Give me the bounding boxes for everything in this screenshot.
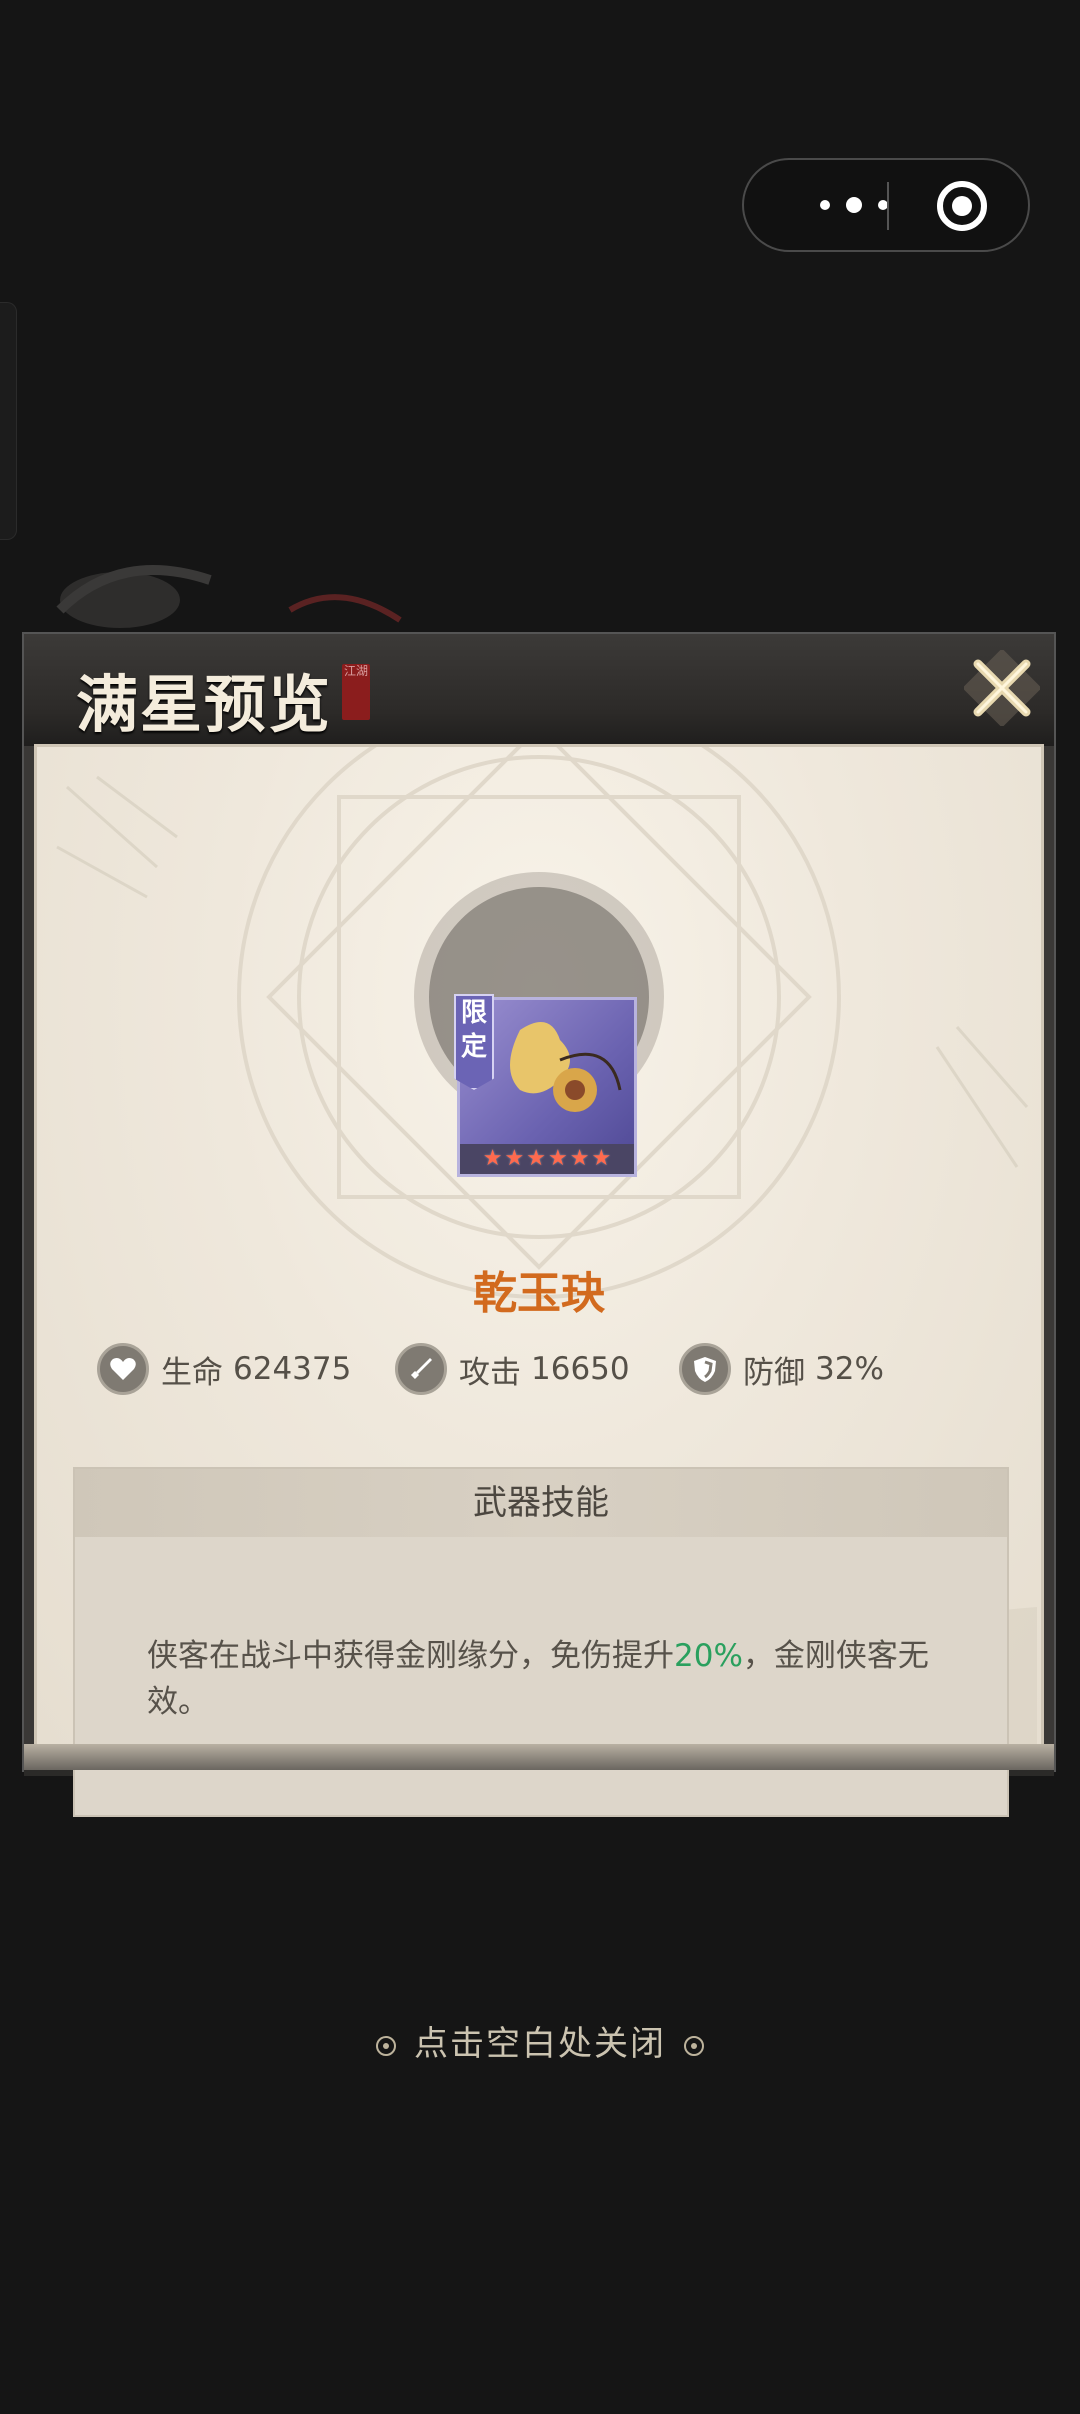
item-name: 乾玉玦 <box>473 1268 605 1319</box>
seal-stamp: 江湖 <box>342 664 370 720</box>
stat-hp: 生命 624375 <box>97 1341 351 1397</box>
skill-highlight: 20% <box>674 1638 743 1674</box>
stat-defense: 防御 32% <box>679 1341 884 1397</box>
heart-icon <box>97 1343 149 1395</box>
stat-label: 攻击 <box>459 1354 521 1391</box>
star-icon: ★ <box>504 1146 525 1171</box>
bullet-icon <box>684 2036 704 2056</box>
stat-value: 16650 <box>531 1351 630 1387</box>
panel-header: 满星预览 江湖 <box>24 634 1054 746</box>
panel-body: 限定 ★ ★ ★ ★ ★ ★ 乾玉玦 生命 624375 攻击 16650 防御… <box>34 744 1044 1817</box>
stat-attack: 攻击 16650 <box>395 1341 630 1397</box>
panel-title: 满星预览 <box>76 668 333 741</box>
stat-value: 32% <box>815 1351 884 1387</box>
skill-heading: 武器技能 <box>75 1469 1007 1537</box>
sword-icon <box>395 1343 447 1395</box>
stat-label: 防御 <box>743 1354 805 1391</box>
full-star-preview-panel: 满星预览 江湖 限定 ★ ★ ★ ★ ★ ★ 乾玉玦 生命 624375 攻击 … <box>24 634 1054 1817</box>
star-icon: ★ <box>569 1146 590 1171</box>
star-icon: ★ <box>482 1146 503 1171</box>
more-dots-icon[interactable] <box>784 160 924 250</box>
panel-bottom-edge <box>24 1744 1054 1770</box>
close-x-icon[interactable] <box>964 650 1040 726</box>
target-circle-icon[interactable] <box>934 178 990 234</box>
star-rating: ★ ★ ★ ★ ★ ★ <box>460 1144 634 1174</box>
star-icon: ★ <box>548 1146 568 1171</box>
tap-blank-to-close[interactable]: 点击空白处关闭 <box>0 2016 1080 2065</box>
shield-icon <box>679 1343 731 1395</box>
side-drawer-tab[interactable] <box>0 302 17 540</box>
item-icon[interactable]: 限定 ★ ★ ★ ★ ★ ★ <box>454 994 637 1177</box>
bullet-icon <box>376 2036 396 2056</box>
star-icon: ★ <box>526 1146 546 1171</box>
limited-badge: 限定 <box>454 994 494 1090</box>
star-icon: ★ <box>591 1146 612 1171</box>
stat-label: 生命 <box>161 1354 223 1391</box>
capsule-divider <box>887 182 889 230</box>
miniprogram-capsule <box>742 158 1030 252</box>
skill-text-before: 侠客在战斗中获得金刚缘分，免伤提升 <box>147 1638 674 1674</box>
close-hint-text: 点击空白处关闭 <box>414 2024 666 2064</box>
skill-description: 侠客在战斗中获得金刚缘分，免伤提升20%，金刚侠客无效。 <box>147 1633 947 1725</box>
stat-value: 624375 <box>233 1351 352 1387</box>
